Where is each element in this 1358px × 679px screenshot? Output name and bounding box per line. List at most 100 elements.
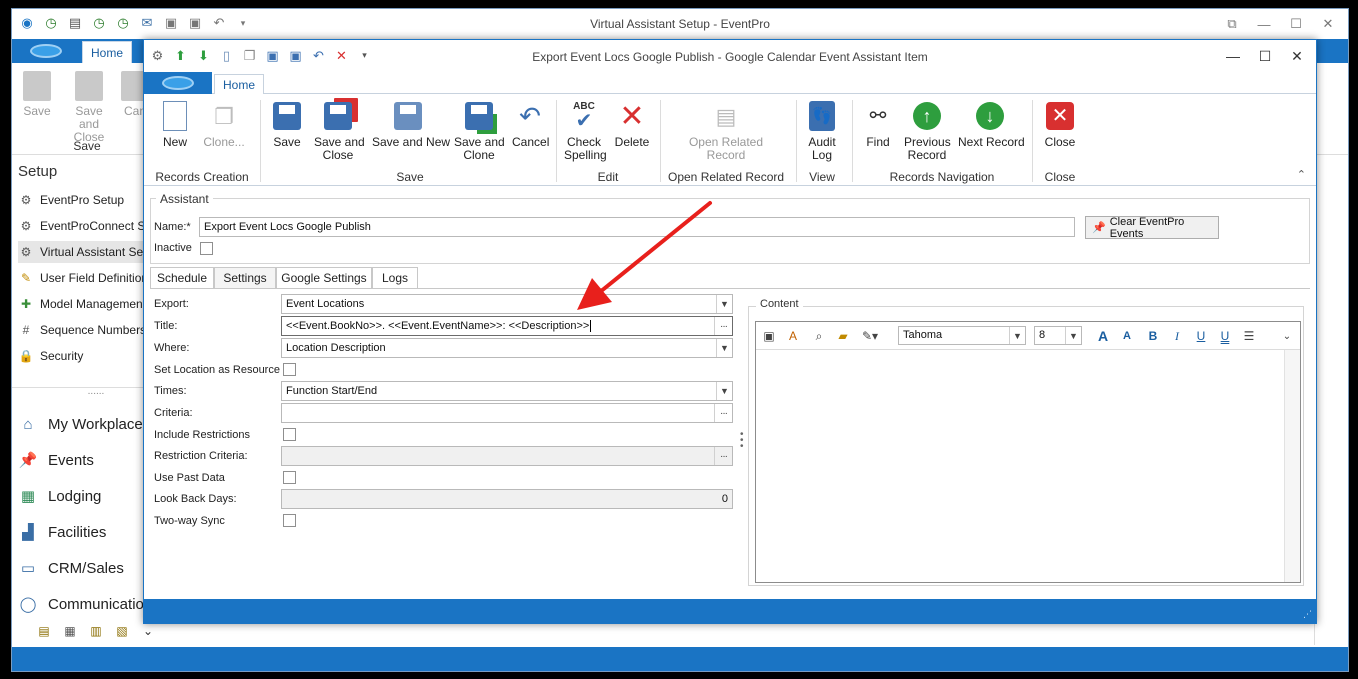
criteria-input[interactable]: ··· xyxy=(281,403,733,423)
save-and-clone-button[interactable]: Save and Clone xyxy=(454,100,505,162)
delete-button[interactable]: ✕ Delete xyxy=(612,100,652,149)
calculator-icon[interactable]: ▦ xyxy=(62,623,78,639)
bullet-list-icon[interactable]: ☰ xyxy=(1240,327,1258,345)
content-editor[interactable]: ▣ A ⌕ ▰ ✎▾ Tahoma ▼ 8 ▼ A A B I U U ☰ ⌄ xyxy=(755,321,1301,583)
check-spelling-button[interactable]: ABC ✔ Check Spelling xyxy=(564,100,607,162)
maximize-icon[interactable]: ☐ xyxy=(1282,13,1310,35)
restore-icon[interactable]: ⧉ xyxy=(1218,13,1246,35)
format-painter-icon[interactable]: ✎▾ xyxy=(858,327,882,345)
times-select[interactable]: Function Start/End ▼ xyxy=(281,381,733,401)
chevron-down-icon[interactable]: ▼ xyxy=(1009,327,1025,344)
tab-schedule[interactable]: Schedule xyxy=(150,267,214,289)
save-and-close-button[interactable]: Save and Close xyxy=(314,100,365,162)
sidebar-item-eventpro-setup[interactable]: ⚙ EventPro Setup xyxy=(18,189,124,211)
folder-open-icon[interactable]: ▰ xyxy=(834,327,852,345)
include-restrictions-label: Include Restrictions xyxy=(154,429,250,441)
name-input[interactable]: Export Event Locs Google Publish xyxy=(199,217,1075,237)
panel-splitter[interactable]: • • • xyxy=(740,430,744,452)
chevron-down-icon[interactable]: ⌄ xyxy=(140,623,156,639)
find-icon[interactable]: ⌕ xyxy=(810,327,828,345)
arrow-down-icon: ↓ xyxy=(975,100,1005,132)
tab-settings[interactable]: Settings xyxy=(214,267,276,289)
collapse-ribbon-icon[interactable]: ⌃ xyxy=(1297,168,1306,181)
use-past-data-label: Use Past Data xyxy=(154,472,225,484)
save-icon[interactable]: ▣ xyxy=(760,327,778,345)
nav-item-crm-sales[interactable]: ▭ CRM/Sales xyxy=(18,553,124,583)
main-titlebar: ◉ ◷ ▤ ◷ ◷ ✉ ▣ ▣ ↶ ▾ Virtual Assistant Se… xyxy=(12,9,1348,39)
clipboard-icon[interactable]: ▤ xyxy=(36,623,52,639)
two-way-sync-checkbox[interactable] xyxy=(283,514,296,527)
nav-item-communications[interactable]: ◯ Communications xyxy=(18,589,160,619)
close-icon[interactable]: ✕ xyxy=(1282,44,1312,68)
next-record-button[interactable]: ↓ Next Record xyxy=(958,100,1025,149)
use-past-data-checkbox[interactable] xyxy=(283,471,296,484)
new-button[interactable]: New xyxy=(158,100,192,149)
font-color-icon[interactable]: A xyxy=(784,327,802,345)
main-app-menu-button[interactable] xyxy=(12,39,80,63)
maximize-icon[interactable]: ☐ xyxy=(1250,44,1280,68)
ribbon-separator xyxy=(852,100,853,182)
minimize-icon[interactable]: — xyxy=(1218,44,1248,68)
minimize-icon[interactable]: — xyxy=(1250,13,1278,35)
tab-logs[interactable]: Logs xyxy=(372,267,418,289)
previous-record-button[interactable]: ↑ Previous Record xyxy=(904,100,951,162)
audit-log-icon: 👣 xyxy=(807,100,837,132)
main-save-close-button[interactable]: Save and Close xyxy=(64,71,114,144)
underline-icon[interactable]: U xyxy=(1192,327,1210,345)
set-location-checkbox[interactable] xyxy=(283,363,296,376)
grow-font-icon[interactable]: A xyxy=(1094,327,1112,345)
set-location-label: Set Location as Resource xyxy=(154,364,280,376)
dialog-tab-home[interactable]: Home xyxy=(214,74,264,95)
sidebar-item-user-field-definition[interactable]: ✎ User Field Definition xyxy=(18,267,148,289)
workplace-icon: ⌂ xyxy=(23,415,33,433)
nav-item-my-workplace[interactable]: ⌂ My Workplace xyxy=(18,409,142,439)
open-related-record-button[interactable]: ▤ Open Related Record xyxy=(684,100,768,162)
sidebar-item-eventproconnect-setup[interactable]: ⚙ EventProConnect Set xyxy=(18,215,156,237)
close-icon[interactable]: ✕ xyxy=(1314,13,1342,35)
export-select[interactable]: Event Locations ▼ xyxy=(281,294,733,314)
main-tab-home[interactable]: Home xyxy=(82,41,132,63)
shrink-font-icon[interactable]: A xyxy=(1118,327,1136,345)
documents-icon[interactable]: ▧ xyxy=(114,623,130,639)
nav-item-events[interactable]: 📌 Events xyxy=(18,445,94,475)
save-button[interactable]: Save xyxy=(270,100,304,149)
ellipsis-icon[interactable]: ··· xyxy=(714,317,732,335)
font-family-select[interactable]: Tahoma ▼ xyxy=(898,326,1026,345)
main-save-button[interactable]: Save xyxy=(12,71,62,118)
editor-scrollbar[interactable] xyxy=(1284,350,1300,582)
chevron-down-icon[interactable]: ▼ xyxy=(716,382,732,400)
sidebar-item-model-management[interactable]: ✚ Model Management xyxy=(18,293,146,315)
cancel-button[interactable]: ↶ Cancel xyxy=(512,100,549,149)
title-input[interactable]: <<Event.BookNo>>. <<Event.EventName>>: <… xyxy=(281,316,733,336)
audit-log-button[interactable]: 👣 Audit Log xyxy=(804,100,840,162)
italic-icon[interactable]: I xyxy=(1168,327,1186,345)
save-and-new-button[interactable]: Save and New xyxy=(372,100,450,149)
bold-icon[interactable]: B xyxy=(1144,327,1162,345)
nav-item-lodging[interactable]: ▦ Lodging xyxy=(18,481,101,511)
include-restrictions-checkbox[interactable] xyxy=(283,428,296,441)
where-select[interactable]: Location Description ▼ xyxy=(281,338,733,358)
close-button[interactable]: ✕ Close xyxy=(1040,100,1080,149)
inactive-label: Inactive xyxy=(154,242,192,254)
double-underline-icon[interactable]: U xyxy=(1216,327,1234,345)
chevron-down-icon[interactable]: ▼ xyxy=(716,295,732,313)
font-size-select[interactable]: 8 ▼ xyxy=(1034,326,1082,345)
tab-google-settings[interactable]: Google Settings xyxy=(276,267,372,289)
assistant-item-dialog: ⚙ ⬆ ⬇ ▯ ❐ ▣ ▣ ↶ ✕ ▾ Export Event Locs Go… xyxy=(143,39,1317,624)
chevron-down-icon[interactable]: ⌄ xyxy=(1278,327,1296,345)
chevron-down-icon[interactable]: ▼ xyxy=(1065,327,1081,344)
sidebar-item-security[interactable]: 🔒 Security xyxy=(18,345,84,367)
find-button[interactable]: ⚯ Find xyxy=(862,100,894,149)
inactive-checkbox[interactable] xyxy=(200,242,213,255)
chevron-down-icon[interactable]: ▼ xyxy=(716,339,732,357)
notepad-icon[interactable]: ▥ xyxy=(88,623,104,639)
clear-eventpro-events-button[interactable]: 📌 Clear EventPro Events xyxy=(1085,216,1219,240)
dialog-app-menu-button[interactable] xyxy=(144,72,212,94)
look-back-days-input: 0 xyxy=(281,489,733,509)
resize-grip-icon[interactable]: ⋰ xyxy=(1303,609,1312,620)
nav-item-facilities[interactable]: ▟ Facilities xyxy=(18,517,106,547)
clone-button[interactable]: ❐ Clone... xyxy=(200,100,248,149)
ellipsis-icon[interactable]: ··· xyxy=(714,404,732,422)
binoculars-icon: ⚯ xyxy=(869,104,887,127)
sidebar-item-sequence-numbers[interactable]: # Sequence Numbers xyxy=(18,319,146,341)
